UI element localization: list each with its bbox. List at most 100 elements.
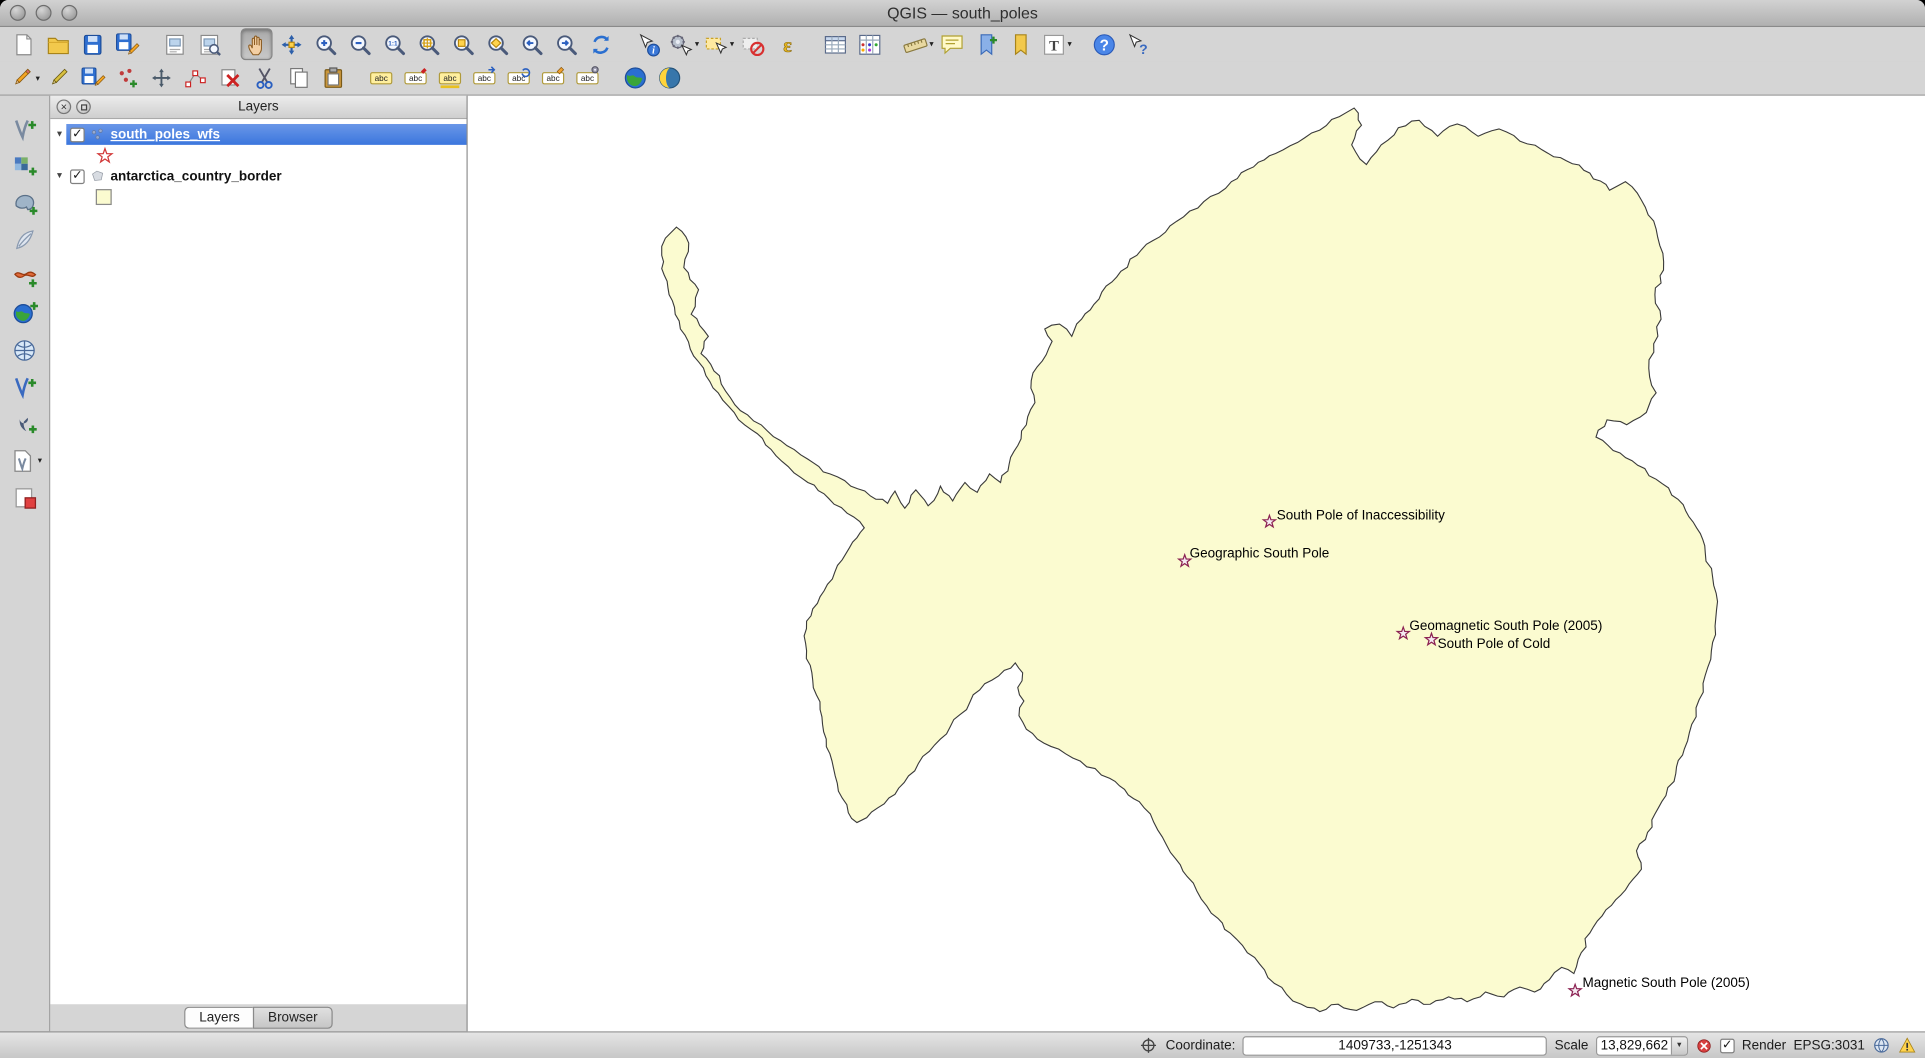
highlight-labels-button[interactable]: abc <box>434 62 466 94</box>
add-wms-layer-button[interactable] <box>9 297 41 329</box>
coordinate-input[interactable] <box>1243 1036 1547 1056</box>
stop-rendering-icon[interactable] <box>1695 1037 1712 1054</box>
add-delimited-text-layer-icon <box>10 409 38 437</box>
zoom-native-button[interactable]: 1:1 <box>378 28 410 60</box>
add-raster-layer-button[interactable] <box>9 150 41 182</box>
rotate-label-button[interactable]: abc <box>503 62 535 94</box>
toggle-editing-button[interactable] <box>42 62 74 94</box>
composer-manager-button[interactable] <box>193 28 225 60</box>
add-feature-button[interactable] <box>111 62 143 94</box>
scale-input[interactable] <box>1597 1037 1671 1054</box>
layer-labeling-button[interactable]: abc <box>365 62 397 94</box>
save-layer-edits-button[interactable] <box>77 62 109 94</box>
add-spatialite-layer-button[interactable] <box>9 223 41 255</box>
chevron-down-icon[interactable]: ▾ <box>36 73 40 83</box>
minimize-button[interactable] <box>36 5 52 21</box>
expand-collapse-icon[interactable]: ▼ <box>50 130 66 139</box>
zoom-to-layer-button[interactable] <box>481 28 513 60</box>
open-project-button[interactable] <box>42 28 74 60</box>
identify-features-button[interactable]: i <box>632 28 664 60</box>
save-project-icon <box>79 31 105 57</box>
text-annotation-button[interactable]: T▾ <box>1039 28 1072 60</box>
move-feature-button[interactable] <box>145 62 177 94</box>
save-project-button[interactable] <box>76 28 108 60</box>
zoom-last-button[interactable] <box>516 28 548 60</box>
delete-selected-button[interactable] <box>214 62 246 94</box>
layer-visibility-checkbox[interactable]: ✓ <box>70 127 85 142</box>
close-button[interactable] <box>10 5 26 21</box>
chevron-down-icon[interactable]: ▼ <box>1671 1037 1687 1054</box>
chevron-down-icon[interactable]: ▾ <box>730 39 734 49</box>
globe-button[interactable] <box>619 62 651 94</box>
scale-combo[interactable]: ▼ <box>1596 1036 1688 1056</box>
save-project-as-button[interactable] <box>110 28 142 60</box>
new-vector-layer-button[interactable]: ▾ <box>7 444 42 476</box>
chevron-down-icon[interactable]: ▾ <box>929 39 933 49</box>
refresh-map-button[interactable] <box>584 28 616 60</box>
python-console-button[interactable] <box>654 62 686 94</box>
zoom-window-button[interactable] <box>61 5 77 21</box>
select-features-button[interactable]: ▾ <box>702 28 735 60</box>
deselect-features-button[interactable] <box>737 28 769 60</box>
add-vector-layer-button[interactable] <box>9 113 41 145</box>
add-wcs-layer-button[interactable] <box>9 334 41 366</box>
new-bookmark-button[interactable] <box>971 28 1003 60</box>
expand-collapse-icon[interactable]: ▼ <box>50 172 66 181</box>
zoom-in-button[interactable] <box>309 28 341 60</box>
float-panel-button[interactable] <box>76 99 91 114</box>
change-label-button[interactable]: abc <box>537 62 569 94</box>
add-delimited-text-layer-button[interactable] <box>9 408 41 440</box>
render-checkbox[interactable]: ✓ <box>1720 1038 1735 1053</box>
zoom-next-button[interactable] <box>550 28 582 60</box>
zoom-to-selection-button[interactable] <box>447 28 479 60</box>
cut-features-button[interactable] <box>249 62 281 94</box>
layer-item[interactable]: ▼✓south_poles_wfs <box>50 124 466 145</box>
move-label-button[interactable]: abc <box>468 62 500 94</box>
new-bookmark-icon <box>974 31 1000 57</box>
run-feature-action-button[interactable]: ▾ <box>667 28 700 60</box>
copy-features-icon <box>286 65 312 91</box>
layer-visibility-checkbox[interactable]: ✓ <box>70 169 85 184</box>
crs-label[interactable]: EPSG:3031 <box>1794 1038 1865 1053</box>
pin-labels-button[interactable]: abc <box>400 62 432 94</box>
open-attribute-table-button[interactable] <box>819 28 851 60</box>
new-print-composer-button[interactable] <box>158 28 190 60</box>
crs-status-icon[interactable] <box>1872 1036 1890 1054</box>
svg-text:ε: ε <box>783 34 792 56</box>
chevron-down-icon[interactable]: ▾ <box>695 39 699 49</box>
add-mssql-layer-button[interactable] <box>9 260 41 292</box>
paste-features-button[interactable] <box>317 62 349 94</box>
mouse-position-icon[interactable] <box>1140 1036 1158 1054</box>
field-calculator-button[interactable] <box>853 28 885 60</box>
node-tool-button[interactable] <box>180 62 212 94</box>
chevron-down-icon[interactable]: ▾ <box>1068 39 1072 49</box>
close-panel-button[interactable]: × <box>56 99 71 114</box>
chevron-down-icon[interactable]: ▾ <box>38 455 42 465</box>
new-project-button[interactable] <box>7 28 39 60</box>
current-edits-button[interactable]: ▾ <box>7 62 40 94</box>
new-shapefile-layer-button[interactable] <box>9 481 41 513</box>
tab-layers[interactable]: Layers <box>185 1007 254 1029</box>
map-tips-button[interactable] <box>936 28 968 60</box>
tab-browser[interactable]: Browser <box>253 1007 332 1029</box>
pan-map-button[interactable] <box>241 28 273 60</box>
zoom-full-button[interactable] <box>413 28 445 60</box>
measure-button[interactable]: ▾ <box>901 28 934 60</box>
zoom-native-icon: 1:1 <box>381 31 407 57</box>
whats-this-button[interactable]: ? <box>1122 28 1154 60</box>
pan-to-selection-button[interactable] <box>275 28 307 60</box>
help-button[interactable]: ? <box>1088 28 1120 60</box>
zoom-out-button[interactable] <box>344 28 376 60</box>
label-properties-button[interactable]: abc <box>572 62 604 94</box>
layer-item[interactable]: ▼✓antarctica_country_border <box>50 166 466 187</box>
current-edits-icon <box>9 65 35 91</box>
map-canvas[interactable]: South Pole of InaccessibilityGeographic … <box>468 96 1925 1031</box>
toolbar-separator <box>226 27 240 61</box>
log-messages-icon[interactable] <box>1898 1036 1916 1054</box>
add-wfs-layer-button[interactable] <box>9 371 41 403</box>
copy-features-button[interactable] <box>283 62 315 94</box>
select-by-expression-button[interactable]: ε <box>771 28 803 60</box>
map-label: Geomagnetic South Pole (2005) <box>1409 619 1602 634</box>
show-bookmarks-button[interactable] <box>1005 28 1037 60</box>
add-postgis-layer-button[interactable] <box>9 187 41 219</box>
